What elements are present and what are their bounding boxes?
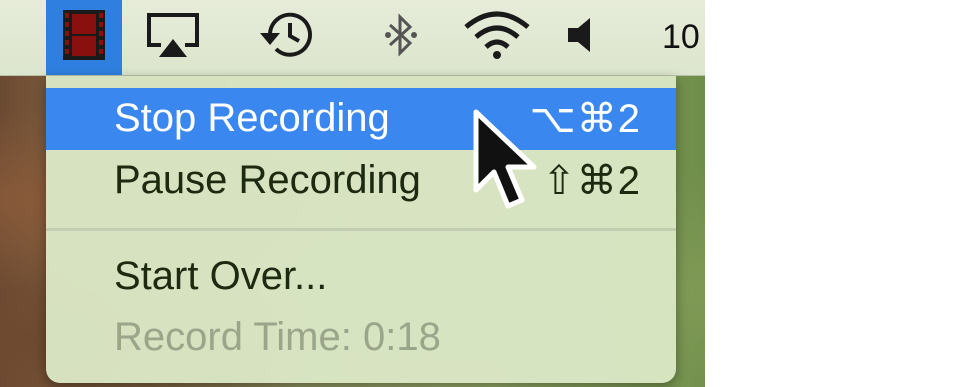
film-strip-icon (63, 10, 105, 65)
airplay-icon (143, 11, 203, 64)
record-time-menu-item: Record Time: 0:18 (46, 307, 676, 369)
recorder-menu-button[interactable] (46, 0, 122, 75)
recorder-dropdown-menu: Stop Recording ⌥⌘2 Pause Recording ⇧⌘2 S… (46, 76, 676, 383)
bluetooth-button[interactable] (376, 0, 426, 75)
volume-icon (566, 15, 594, 60)
stop-recording-shortcut: ⌥⌘2 (529, 97, 641, 141)
mouse-pointer-icon (472, 108, 542, 233)
stop-recording-label: Stop Recording (114, 96, 390, 140)
pause-recording-shortcut: ⇧⌘2 (542, 159, 641, 203)
wifi-icon (462, 9, 532, 66)
record-time-label: Record Time: 0:18 (114, 315, 441, 359)
start-over-label: Start Over... (114, 254, 328, 298)
wifi-button[interactable] (460, 0, 534, 75)
bluetooth-icon (384, 11, 418, 64)
screenshot: 10 Stop Recording ⌥⌘2 Pause Recording ⇧⌘… (0, 0, 705, 387)
volume-button[interactable] (560, 0, 600, 75)
pause-recording-label: Pause Recording (114, 158, 421, 202)
time-machine-icon (256, 9, 318, 66)
menu-separator (46, 228, 676, 231)
time-machine-button[interactable] (252, 0, 322, 75)
airplay-button[interactable] (138, 0, 208, 75)
stop-recording-menu-item[interactable]: Stop Recording ⌥⌘2 (46, 88, 676, 150)
pause-recording-menu-item[interactable]: Pause Recording ⇧⌘2 (46, 150, 676, 212)
menu-bar: 10 (0, 0, 705, 76)
start-over-menu-item[interactable]: Start Over... (46, 246, 676, 308)
menubar-clock[interactable]: 10 (662, 18, 700, 57)
